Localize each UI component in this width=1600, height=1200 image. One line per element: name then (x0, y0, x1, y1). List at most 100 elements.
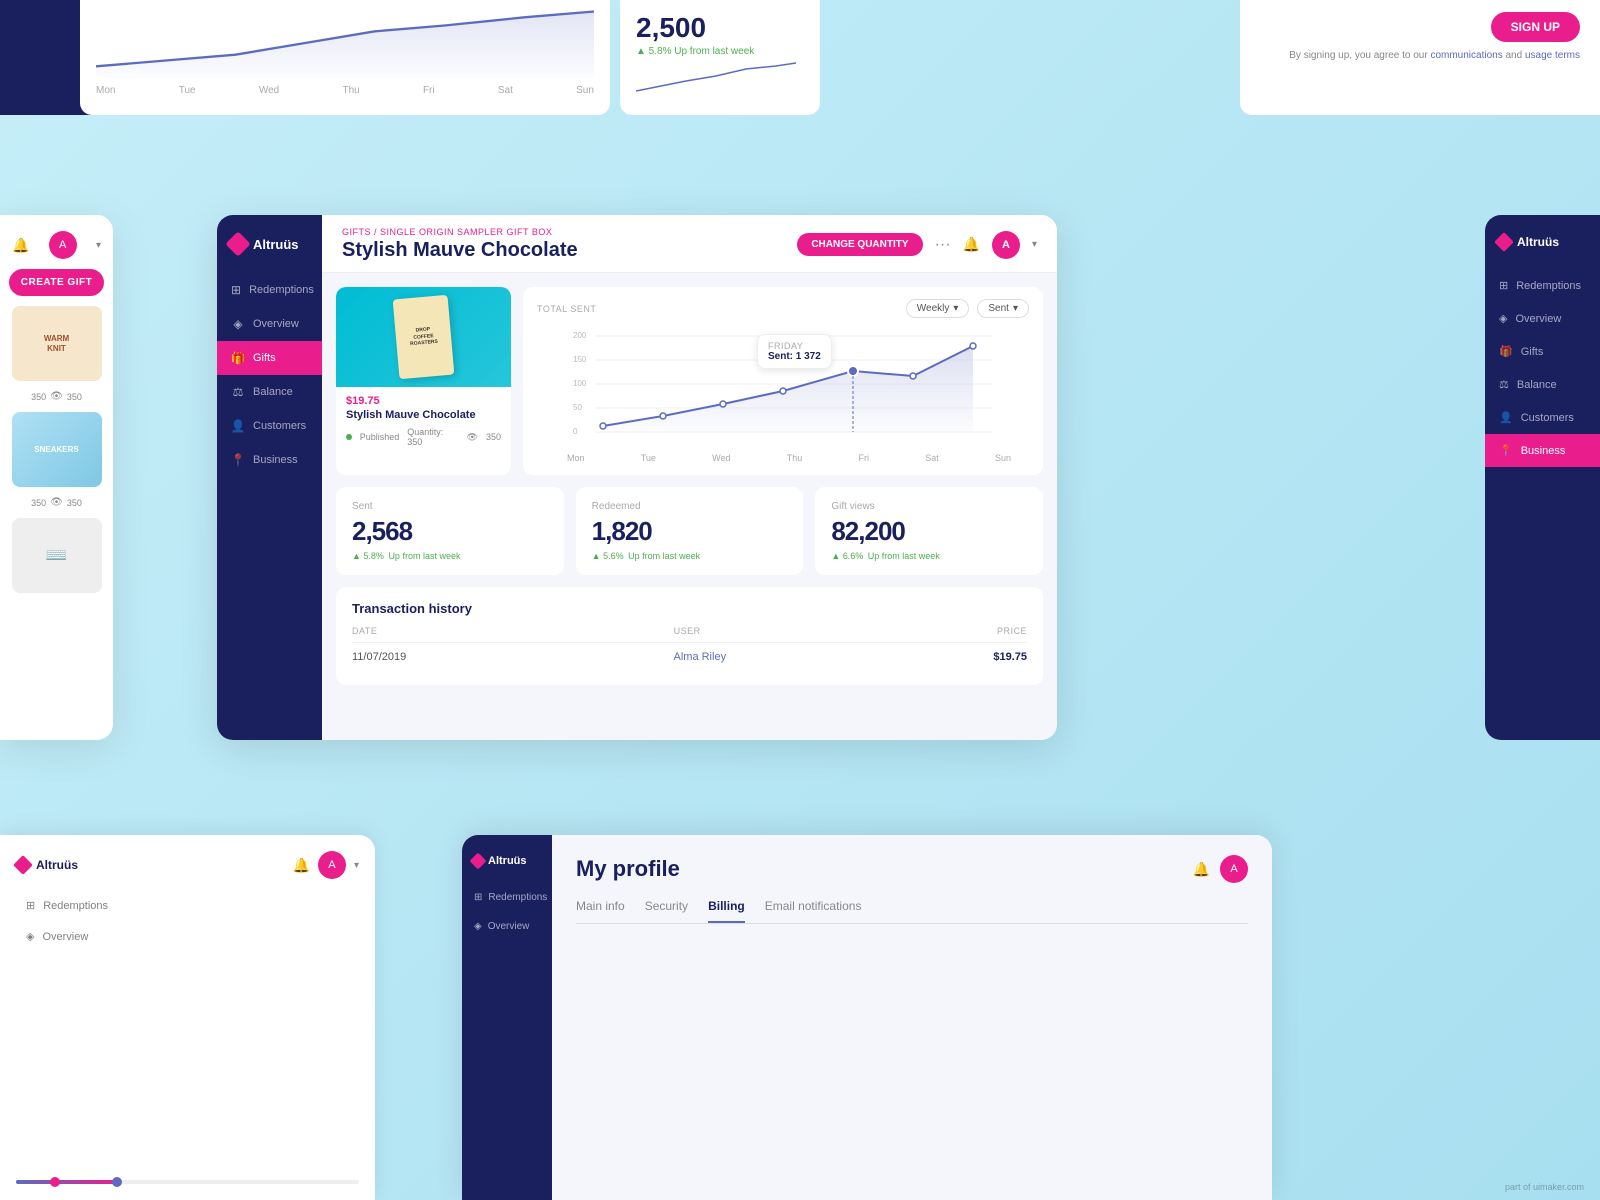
sent-change: ▲ 5.8% Up from last week (352, 551, 462, 561)
giftviews-label: Gift views (831, 501, 874, 512)
progress-bar-fill (16, 1180, 119, 1184)
sidebar: Altruüs ⊞ Redemptions ◈ Overview 🎁 Gifts… (217, 215, 322, 740)
bottom-overview-icon: ◈ (26, 930, 34, 943)
top-stat-value: 2,500 (636, 12, 804, 44)
profile-sidebar-logo: Altruüs (462, 855, 552, 883)
left-product-1-text: WARMKNIT (44, 334, 69, 353)
more-options-button[interactable]: ··· (935, 236, 951, 254)
right-nav-business[interactable]: 📍 Business (1485, 434, 1600, 467)
header-actions: CHANGE QUANTITY ··· 🔔 A ▾ (797, 231, 1037, 259)
grid-icon: ⊞ (231, 283, 241, 297)
right-nav-gifts-label: Gifts (1521, 346, 1544, 358)
left-product-3: ⌨️ (12, 518, 102, 593)
sidebar-item-overview-label: Overview (253, 318, 299, 330)
left-bell-icon[interactable]: 🔔 (12, 237, 29, 254)
signup-button[interactable]: SIGN UP (1491, 12, 1580, 42)
change-quantity-button[interactable]: CHANGE QUANTITY (797, 233, 922, 256)
usage-terms-link[interactable]: usage terms (1525, 50, 1580, 61)
product-views: 350 (486, 432, 501, 442)
right-nav-customers[interactable]: 👤 Customers (1485, 401, 1600, 434)
sidebar-item-redemptions[interactable]: ⊞ Redemptions (217, 273, 322, 307)
sent-select[interactable]: Sent ▾ (977, 299, 1029, 318)
tx-date: 11/07/2019 (352, 651, 406, 663)
table-row: 11/07/2019 Alma Riley $19.75 (352, 643, 1027, 671)
redeemed-change: ▲ 5.6% Up from last week (592, 551, 702, 561)
bottom-left-logo: Altruüs (16, 858, 78, 872)
svg-text:50: 50 (573, 403, 582, 412)
tx-col-user: User (674, 626, 701, 636)
axis-thu: Thu (342, 85, 359, 96)
sidebar-item-gifts-label: Gifts (253, 352, 276, 364)
svg-text:100: 100 (573, 379, 587, 388)
user-icon: 👤 (231, 419, 245, 433)
chart-card: TOTAL SENT Weekly ▾ Sent ▾ (523, 287, 1043, 475)
chart-label: TOTAL SENT (537, 304, 596, 314)
right-nav-balance-icon: ⚖ (1499, 378, 1509, 391)
sidebar-item-business[interactable]: 📍 Business (217, 443, 322, 477)
sidebar-item-gifts[interactable]: 🎁 Gifts (217, 341, 322, 375)
right-nav-balance[interactable]: ⚖ Balance (1485, 368, 1600, 401)
left-chevron[interactable]: ▾ (96, 240, 101, 251)
giftviews-change: ▲ 6.6% Up from last week (831, 551, 941, 561)
right-nav-gifts[interactable]: 🎁 Gifts (1485, 335, 1600, 368)
sidebar-item-balance[interactable]: ⚖ Balance (217, 375, 322, 409)
header-left: GIFTS / SINGLE ORIGIN SAMPLER GIFT BOX S… (342, 227, 578, 262)
top-stat-change: ▲ 5.8% Up from last week (636, 46, 804, 57)
left-avatar: A (49, 231, 77, 259)
right-nav-business-icon: 📍 (1499, 444, 1513, 457)
bottom-nav-redemptions[interactable]: ⊞ Redemptions (16, 891, 359, 920)
profile-logo-text: Altruüs (488, 855, 527, 867)
redeemed-value: 1,820 (592, 516, 652, 547)
bottom-nav-overview[interactable]: ◈ Overview (16, 922, 359, 951)
sidebar-item-customers-label: Customers (253, 420, 306, 432)
header-bell-icon[interactable]: 🔔 (963, 236, 980, 253)
top-chart-axis: Mon Tue Wed Thu Fri Sat Sun (96, 85, 594, 96)
right-nav-redemptions[interactable]: ⊞ Redemptions (1485, 269, 1600, 302)
sidebar-item-overview[interactable]: ◈ Overview (217, 307, 322, 341)
tx-user[interactable]: Alma Riley (674, 651, 727, 663)
tx-title: Transaction history (352, 601, 1027, 616)
left-product-2-text: SNEAKERS (34, 445, 78, 454)
bottom-left-header: Altruüs 🔔 A ▾ (16, 851, 359, 879)
bottom-avatar-chevron[interactable]: ▾ (354, 860, 359, 871)
product-price: $19.75 (346, 395, 501, 407)
product-name: Stylish Mauve Chocolate (346, 409, 501, 421)
product-status: Published (360, 432, 400, 442)
product-info: $19.75 Stylish Mauve Chocolate Published… (336, 387, 511, 455)
logo-diamond (225, 231, 250, 256)
profile-sidebar-redemptions[interactable]: ⊞ Redemptions (462, 883, 552, 912)
create-gift-button[interactable]: CREATE GIFT (9, 269, 104, 296)
coffee-box: DROPCOFFEEROASTERS (393, 295, 455, 379)
sidebar-item-balance-label: Balance (253, 386, 293, 398)
sent-label: Sent (352, 501, 373, 512)
profile-logo-diamond (470, 853, 487, 870)
ps-redemptions-icon: ⊞ (474, 892, 482, 903)
tab-security[interactable]: Security (645, 899, 688, 923)
giftviews-value: 82,200 (831, 516, 905, 547)
main-card: Altruüs ⊞ Redemptions ◈ Overview 🎁 Gifts… (217, 215, 1057, 740)
top-mid-card: 2,500 ▲ 5.8% Up from last week (620, 0, 820, 115)
svg-text:150: 150 (573, 355, 587, 364)
gift-icon: 🎁 (231, 351, 245, 365)
svg-text:0: 0 (573, 427, 578, 436)
right-logo: Altruüs (1485, 235, 1600, 269)
tab-main-info[interactable]: Main info (576, 899, 625, 923)
tab-email-notifications[interactable]: Email notifications (765, 899, 862, 923)
logo-text: Altruüs (253, 237, 299, 252)
tooltip-value: Sent: 1 372 (768, 351, 821, 362)
pin-icon: 📍 (231, 453, 245, 467)
sidebar-item-customers[interactable]: 👤 Customers (217, 409, 322, 443)
tab-billing[interactable]: Billing (708, 899, 745, 923)
content-header: GIFTS / SINGLE ORIGIN SAMPLER GIFT BOX S… (322, 215, 1057, 273)
weekly-select[interactable]: Weekly ▾ (906, 299, 970, 318)
chart-container: 200 150 100 50 0 (537, 326, 1029, 463)
bottom-bell-icon[interactable]: 🔔 (293, 857, 310, 874)
chart-header: TOTAL SENT Weekly ▾ Sent ▾ (537, 299, 1029, 318)
profile-bell-icon[interactable]: 🔔 (1193, 861, 1210, 878)
right-nav-overview[interactable]: ◈ Overview (1485, 302, 1600, 335)
profile-sidebar-overview[interactable]: ◈ Overview (462, 912, 552, 941)
communications-link[interactable]: communications (1430, 50, 1502, 61)
header-avatar-chevron[interactable]: ▾ (1032, 239, 1037, 250)
stats-row: Sent 2,568 ▲ 5.8% Up from last week Rede… (336, 487, 1043, 575)
profile-content: My profile 🔔 A Main info Security Billin… (552, 835, 1272, 1200)
